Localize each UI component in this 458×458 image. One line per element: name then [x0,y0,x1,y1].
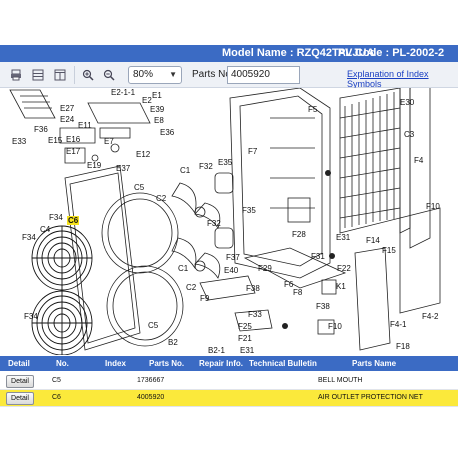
callout-label[interactable]: F18 [396,342,410,351]
table-row[interactable]: Detail C5 1736667 BELL MOUTH [0,373,458,390]
callout-label[interactable]: C1 [180,166,190,175]
callout-label[interactable]: F7 [248,147,257,156]
cell-parts-no: 4005920 [137,394,165,401]
callout-label[interactable]: C3 [404,130,414,139]
detail-button[interactable]: Detail [6,392,34,405]
callout-label[interactable]: E24 [60,115,74,124]
callout-label[interactable]: F34 [49,213,63,222]
callout-label[interactable]: F37 [226,253,240,262]
callout-label[interactable]: E39 [150,105,164,114]
callout-label[interactable]: K1 [336,282,346,291]
callout-label[interactable]: F4-1 [390,320,406,329]
callout-label[interactable]: C1 [178,264,188,273]
cell-parts-name: AIR OUTLET PROTECTION NET [318,394,423,401]
callout-label[interactable]: E16 [66,135,80,144]
callout-label[interactable]: F36 [34,125,48,134]
print-icon[interactable] [8,67,24,83]
zoom-value: 80% [133,69,154,80]
callout-label[interactable]: C2 [186,283,196,292]
pl-code: PL Code : PL-2002-2 [338,47,445,59]
callout-label[interactable]: C5 [148,321,158,330]
col-index: Index [105,359,126,368]
callout-label[interactable]: F14 [366,236,380,245]
title-bar: Model Name : RZQ42TAVJUA PL Code : PL-20… [0,45,458,62]
parts-table-header: Detail No. Index Parts No. Repair Info. … [0,356,458,371]
col-technical-bulletin: Technical Bulletin [249,359,317,368]
callout-label[interactable]: E17 [66,147,80,156]
zoom-in-icon[interactable] [80,67,96,83]
callout-label[interactable]: E2 [142,96,152,105]
callout-label[interactable]: E33 [12,137,26,146]
callout-label[interactable]: E36 [160,128,174,137]
callout-label[interactable]: F5 [308,105,317,114]
cell-no: C6 [52,394,61,401]
parts-catalog-page: Model Name : RZQ42TAVJUA PL Code : PL-20… [0,0,458,458]
callout-label[interactable]: F4-2 [422,312,438,321]
callout-label[interactable]: B2-1 [208,346,225,355]
callout-label[interactable]: E1 [152,91,162,100]
callout-label[interactable]: F4 [414,156,423,165]
toolbar-separator [74,66,75,84]
callout-label[interactable]: E12 [136,150,150,159]
zoom-out-icon[interactable] [101,67,117,83]
col-repair-info: Repair Info. [199,359,244,368]
callout-label[interactable]: E35 [218,158,232,167]
callout-label[interactable]: F8 [293,288,302,297]
callout-label[interactable]: F21 [238,334,252,343]
callout-label[interactable]: F6 [284,280,293,289]
callout-label[interactable]: E31 [336,233,350,242]
callout-label[interactable]: F32 [207,219,221,228]
explanation-link[interactable]: Explanation of Index Symbols [347,69,458,89]
callout-label[interactable]: F29 [258,264,272,273]
callout-label[interactable]: E27 [60,104,74,113]
cell-no: C5 [52,377,61,384]
callout-label[interactable]: F25 [238,322,252,331]
callout-label[interactable]: E40 [224,266,238,275]
callout-label[interactable]: E8 [154,116,164,125]
table-row-selected[interactable]: Detail C6 4005920 AIR OUTLET PROTECTION … [0,390,458,407]
callout-label[interactable]: B2 [168,338,178,347]
callout-label[interactable]: E30 [400,98,414,107]
col-parts-name: Parts Name [352,359,397,368]
callout-label[interactable]: F38 [316,302,330,311]
callout-label[interactable]: F35 [242,206,256,215]
cell-parts-no: 1736667 [137,377,165,384]
callout-label[interactable]: F15 [382,246,396,255]
toolbar: 80% ▼ Parts No. 4005920 Explanation of I… [0,62,458,89]
chevron-down-icon: ▼ [169,70,177,79]
callout-label[interactable]: C2 [156,194,166,203]
zoom-select[interactable]: 80% ▼ [128,66,182,84]
col-parts-no: Parts No. [149,359,185,368]
callout-label-highlighted[interactable]: C6 [67,216,80,225]
callout-label[interactable]: E7 [104,137,114,146]
callout-label[interactable]: F9 [200,294,209,303]
callout-label[interactable]: E37 [116,164,130,173]
detail-button[interactable]: Detail [6,375,34,388]
callout-label[interactable]: E15 [48,136,62,145]
parts-no-input[interactable]: 4005920 [227,66,300,84]
callout-label[interactable]: E31 [240,346,254,355]
callout-label[interactable]: F32 [199,162,213,171]
col-no: No. [56,359,69,368]
callout-label[interactable]: C4 [40,225,50,234]
callout-label[interactable]: E2-1-1 [111,88,135,97]
panel-icon[interactable] [52,67,68,83]
exploded-diagram[interactable]: E2-1-1 E2 E1 E39 E8 E36 E27 E11 E24 F36 … [0,88,458,355]
callout-label[interactable]: F28 [292,230,306,239]
col-detail: Detail [8,359,30,368]
callout-label[interactable]: E11 [78,121,92,130]
callout-label[interactable]: F34 [24,312,38,321]
callout-label[interactable]: F34 [22,233,36,242]
list-icon[interactable] [30,67,46,83]
callout-label[interactable]: F38 [246,284,260,293]
callout-label[interactable]: C5 [134,183,144,192]
callout-label[interactable]: F10 [426,202,440,211]
callout-label[interactable]: F33 [248,310,262,319]
cell-parts-name: BELL MOUTH [318,377,363,384]
callout-label[interactable]: E19 [87,161,101,170]
callout-label[interactable]: F22 [337,264,351,273]
callout-label[interactable]: F10 [328,322,342,331]
callout-label[interactable]: F31 [311,252,325,261]
